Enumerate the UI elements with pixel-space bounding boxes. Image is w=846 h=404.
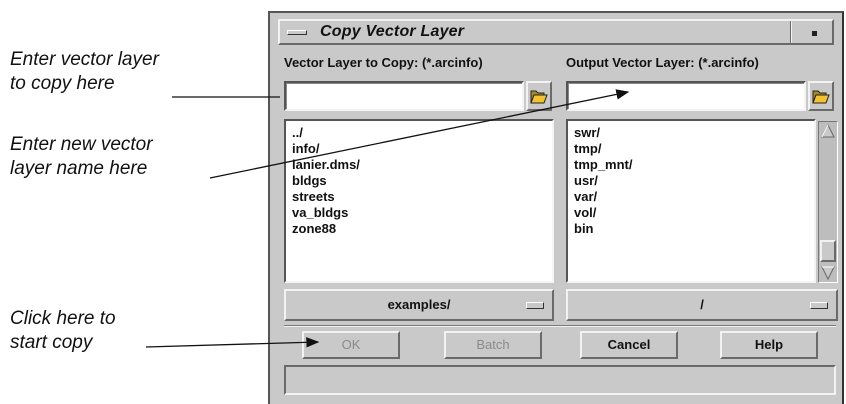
- list-item[interactable]: ../: [292, 125, 552, 141]
- title-bar[interactable]: Copy Vector Layer: [278, 19, 834, 45]
- list-item[interactable]: usr/: [574, 173, 814, 189]
- output-directory-label: /: [700, 297, 704, 312]
- output-browse-button[interactable]: [808, 81, 834, 111]
- list-item[interactable]: vol/: [574, 205, 814, 221]
- input-layer-label: Vector Layer to Copy: (*.arcinfo): [284, 55, 483, 70]
- list-item[interactable]: tmp/: [574, 141, 814, 157]
- list-item[interactable]: tmp_mnt/: [574, 157, 814, 173]
- scroll-thumb[interactable]: [820, 240, 836, 262]
- list-item[interactable]: info/: [292, 141, 552, 157]
- cancel-button[interactable]: Cancel: [580, 331, 678, 359]
- batch-button[interactable]: Batch: [444, 331, 542, 359]
- annotation-line: to copy here: [10, 73, 115, 94]
- annotation-line: Enter new vector: [10, 134, 153, 155]
- list-item[interactable]: bin: [574, 221, 814, 237]
- dialog-title: Copy Vector Layer: [320, 23, 465, 40]
- annotation-output-name: Enter new vector layer name here: [10, 133, 153, 181]
- output-layer-label: Output Vector Layer: (*.arcinfo): [566, 55, 759, 70]
- output-file-list[interactable]: swr/ tmp/ tmp_mnt/ usr/ var/ vol/ bin: [566, 119, 816, 283]
- status-bar: [284, 365, 836, 395]
- input-browse-button[interactable]: [526, 81, 552, 111]
- option-indicator-icon: [526, 302, 544, 309]
- annotation-ok-button: Click here to start copy: [10, 307, 116, 355]
- folder-open-icon: [530, 90, 548, 104]
- minimize-icon[interactable]: [802, 25, 826, 41]
- input-directory-menu[interactable]: examples/: [284, 289, 554, 321]
- list-item[interactable]: zone88: [292, 221, 552, 237]
- input-directory-label: examples/: [387, 297, 451, 312]
- output-list-scrollbar[interactable]: [818, 121, 838, 283]
- input-file-list[interactable]: ../ info/ lanier.dms/ bldgs streets va_b…: [284, 119, 554, 283]
- list-item[interactable]: bldgs: [292, 173, 552, 189]
- output-directory-menu[interactable]: /: [566, 289, 838, 321]
- scroll-down-icon[interactable]: [821, 266, 835, 280]
- list-item[interactable]: swr/: [574, 125, 814, 141]
- window-menu-icon[interactable]: [286, 25, 308, 39]
- option-indicator-icon: [810, 302, 828, 309]
- list-item[interactable]: streets: [292, 189, 552, 205]
- list-item[interactable]: va_bldgs: [292, 205, 552, 221]
- annotation-line: layer name here: [10, 158, 148, 179]
- input-layer-field[interactable]: [284, 81, 524, 111]
- scroll-up-icon[interactable]: [821, 124, 835, 138]
- annotation-line: start copy: [10, 332, 93, 353]
- annotation-vector-input: Enter vector layer to copy here: [10, 48, 159, 96]
- copy-vector-layer-dialog: Copy Vector Layer Vector Layer to Copy: …: [268, 11, 844, 404]
- list-item[interactable]: var/: [574, 189, 814, 205]
- annotation-line: Enter vector layer: [10, 49, 159, 70]
- output-layer-field[interactable]: [566, 81, 806, 111]
- annotation-line: Click here to: [10, 308, 116, 329]
- list-item[interactable]: lanier.dms/: [292, 157, 552, 173]
- help-button[interactable]: Help: [720, 331, 818, 359]
- folder-open-icon: [812, 90, 830, 104]
- title-divider: [790, 21, 792, 43]
- separator: [284, 325, 836, 327]
- ok-button[interactable]: OK: [302, 331, 400, 359]
